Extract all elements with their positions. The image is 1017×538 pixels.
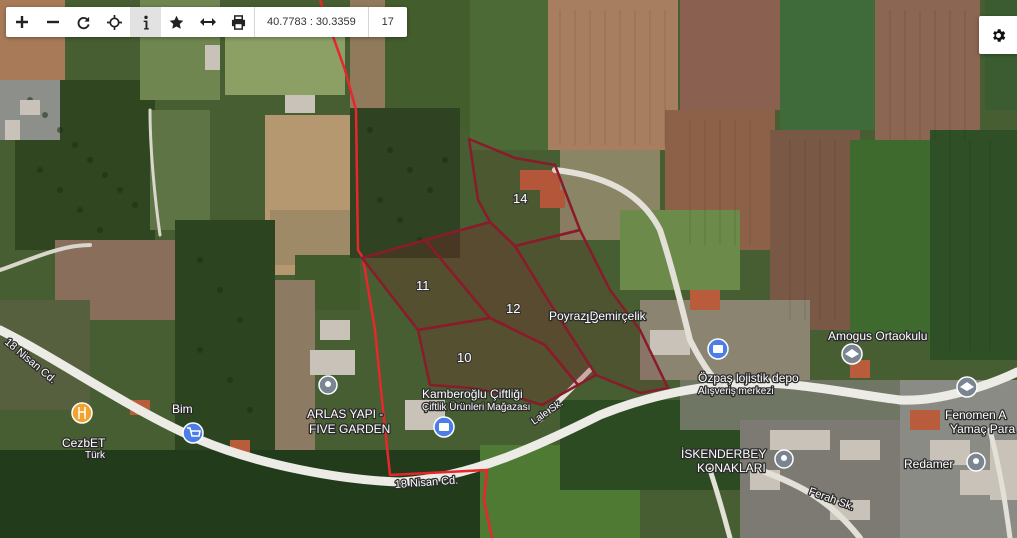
zoom-out-button[interactable] bbox=[37, 7, 68, 37]
zoom-in-button[interactable] bbox=[6, 7, 37, 37]
label-ozpas-2: Alışveriş merkezi bbox=[698, 386, 774, 397]
location-pin-icon-2[interactable] bbox=[774, 449, 794, 469]
label-iskenderbey-2: KONAKLARI bbox=[697, 461, 766, 475]
parcel-label-11: 11 bbox=[416, 278, 430, 293]
label-kamberoglu-1: Kamberoğlu Çiftliği bbox=[422, 387, 523, 401]
info-icon bbox=[143, 15, 149, 30]
zoom-level-readout: 17 bbox=[367, 7, 407, 37]
parcel-label-10: 10 bbox=[457, 350, 471, 365]
food-pin-icon[interactable] bbox=[71, 402, 93, 424]
refresh-icon bbox=[77, 16, 90, 29]
plus-icon bbox=[15, 16, 28, 28]
satellite-map[interactable]: 14 11 12 13 10 Poyraz Demirçelik Amogus … bbox=[0, 0, 1017, 538]
label-kamberoglu-2: Çiftlik Ürünleri Mağazası bbox=[422, 401, 530, 413]
favorite-button[interactable] bbox=[161, 7, 192, 37]
map-toolbar: 40.7783 : 30.3359 17 bbox=[6, 7, 407, 37]
shop-pin-icon-2[interactable] bbox=[433, 416, 455, 438]
printer-icon bbox=[231, 14, 246, 30]
label-redamer: Redamer bbox=[904, 457, 953, 471]
location-pin-icon[interactable] bbox=[318, 375, 338, 395]
coordinates-readout: 40.7783 : 30.3359 bbox=[254, 7, 368, 37]
label-amogus: Amogus Ortaokulu bbox=[828, 329, 927, 343]
label-poyraz: Poyraz Demirçelik bbox=[549, 309, 647, 323]
label-fenomen-2: Yamaç Para bbox=[950, 422, 1015, 436]
locate-button[interactable] bbox=[99, 7, 130, 37]
measure-arrows-icon bbox=[199, 18, 216, 26]
label-cezbet-1: CezbET bbox=[62, 436, 106, 450]
label-cezbet-2: Türk bbox=[85, 450, 106, 461]
label-bim: Bim bbox=[172, 402, 193, 416]
minus-icon bbox=[46, 20, 59, 24]
parcel-label-14: 14 bbox=[513, 191, 527, 206]
shop-pin-icon[interactable] bbox=[707, 338, 729, 360]
school-pin-icon-2[interactable] bbox=[956, 376, 978, 398]
measure-button[interactable] bbox=[192, 7, 223, 37]
label-fenomen-1: Fenomen A bbox=[945, 408, 1006, 422]
gear-icon bbox=[992, 28, 1005, 42]
school-pin-icon[interactable] bbox=[841, 343, 863, 365]
label-ozpas-1: Özpaş lojistik depo bbox=[698, 371, 799, 385]
info-button[interactable] bbox=[130, 7, 161, 37]
print-button[interactable] bbox=[223, 7, 254, 37]
refresh-button[interactable] bbox=[68, 7, 99, 37]
crosshair-icon bbox=[107, 14, 122, 30]
cart-pin-icon[interactable] bbox=[182, 422, 204, 444]
parcel-label-12: 12 bbox=[506, 301, 520, 316]
location-pin-icon-3[interactable] bbox=[966, 452, 986, 472]
star-icon bbox=[169, 15, 184, 29]
label-arlas-2: FIVE GARDEN bbox=[309, 422, 390, 436]
label-iskenderbey-1: İSKENDERBEY bbox=[681, 447, 766, 461]
label-arlas-1: ARLAS YAPI - bbox=[307, 407, 383, 421]
settings-button[interactable] bbox=[979, 16, 1017, 54]
